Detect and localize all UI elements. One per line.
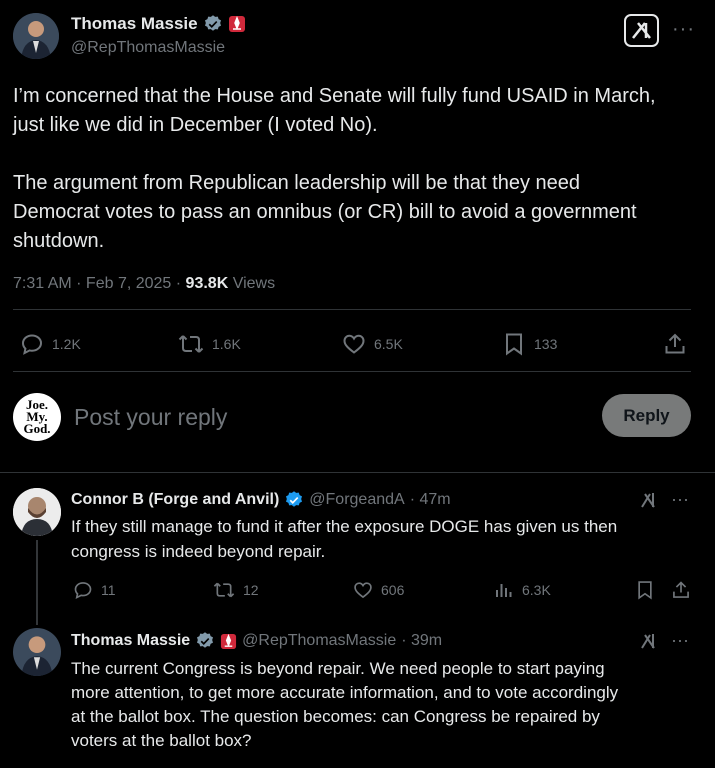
reply-count: 1.2K (52, 336, 81, 352)
like-action[interactable]: 606 (353, 580, 404, 600)
reply-text-line: voters at the ballot box? (71, 731, 252, 750)
repost-icon (213, 580, 235, 600)
repost-icon (178, 332, 204, 356)
like-count: 6.5K (374, 336, 403, 352)
reply-author-name[interactable]: Thomas Massie (71, 632, 190, 650)
section-divider (0, 472, 715, 473)
reply-text-line: more attention, to get more accurate inf… (71, 683, 619, 702)
more-options-icon[interactable]: ··· (671, 489, 689, 510)
reply-action[interactable]: 1.2K (20, 332, 81, 356)
reply-input[interactable] (72, 398, 576, 436)
reply-icon (20, 332, 44, 356)
verified-badge-icon (195, 631, 215, 651)
reply-author-handle[interactable]: @RepThomasMassie (242, 632, 396, 650)
bookmark-icon (502, 332, 526, 356)
reply-author-name[interactable]: Connor B (Forge and Anvil) (71, 491, 279, 509)
bookmark-icon[interactable] (635, 580, 655, 600)
like-count: 606 (381, 582, 405, 598)
repost-action[interactable]: 12 (213, 580, 259, 600)
author-avatar[interactable] (13, 13, 59, 59)
verified-badge-icon (284, 490, 304, 510)
analytics-icon (494, 580, 514, 600)
congress-flag-icon (220, 633, 237, 650)
post-text-line: Democrat votes to pass an omnibus (or CR… (13, 201, 637, 223)
grok-icon[interactable] (639, 490, 659, 510)
like-action[interactable]: 6.5K (342, 332, 403, 356)
post-text-line: I’m concerned that the House and Senate … (13, 85, 656, 107)
view-count: 93.8K (185, 275, 229, 292)
divider (13, 371, 691, 372)
views-action[interactable]: 6.3K (494, 580, 551, 600)
repost-count: 1.6K (212, 336, 241, 352)
reply-author-handle[interactable]: @ForgeandA (309, 491, 404, 509)
reply-action[interactable]: 11 (73, 580, 116, 600)
reply-author-avatar[interactable] (13, 628, 61, 676)
reply-text-line: congress is indeed beyond repair. (71, 542, 326, 561)
repost-action[interactable]: 1.6K (178, 332, 241, 356)
congress-flag-icon (228, 15, 246, 33)
reply-count: 11 (101, 582, 116, 598)
repost-count: 12 (243, 582, 259, 598)
heart-icon (342, 332, 366, 356)
user-avatar[interactable]: Joe. My. God. (13, 393, 61, 441)
author-handle[interactable]: @RepThomasMassie (71, 39, 225, 57)
thread-line (36, 540, 38, 625)
reply-icon (73, 580, 93, 600)
divider (13, 309, 691, 310)
heart-icon (353, 580, 373, 600)
post-text-line: The argument from Republican leadership … (13, 172, 580, 194)
reply-text-line: If they still manage to fund it after th… (71, 517, 618, 536)
reply-author-avatar[interactable] (13, 488, 61, 536)
views-label: Views (228, 275, 276, 292)
reply-timestamp[interactable]: · 39m (401, 632, 442, 650)
more-options-icon[interactable]: ··· (671, 630, 689, 651)
share-icon[interactable] (663, 332, 687, 356)
verified-badge-icon (203, 14, 223, 34)
bookmark-action[interactable]: 133 (502, 332, 557, 356)
reply-button[interactable]: Reply (602, 394, 691, 437)
post-timestamp[interactable]: 7:31 AM · Feb 7, 2025 · (13, 275, 186, 292)
reply-text-line: The current Congress is beyond repair. W… (71, 659, 605, 678)
reply-timestamp[interactable]: · 47m (410, 491, 451, 509)
post-text-line: just like we did in December (I voted No… (13, 114, 378, 136)
views-count: 6.3K (522, 582, 551, 598)
grok-icon[interactable] (639, 631, 659, 651)
post-text-line: shutdown. (13, 230, 105, 252)
grok-icon[interactable] (624, 14, 659, 47)
more-options-icon[interactable]: ··· (672, 18, 695, 41)
bookmark-count: 133 (534, 336, 558, 352)
share-icon[interactable] (671, 580, 691, 600)
reply-text-line: at the ballot box. The question becomes:… (71, 707, 600, 726)
author-name[interactable]: Thomas Massie (71, 14, 198, 34)
avatar-logo-text: God. (23, 421, 51, 436)
